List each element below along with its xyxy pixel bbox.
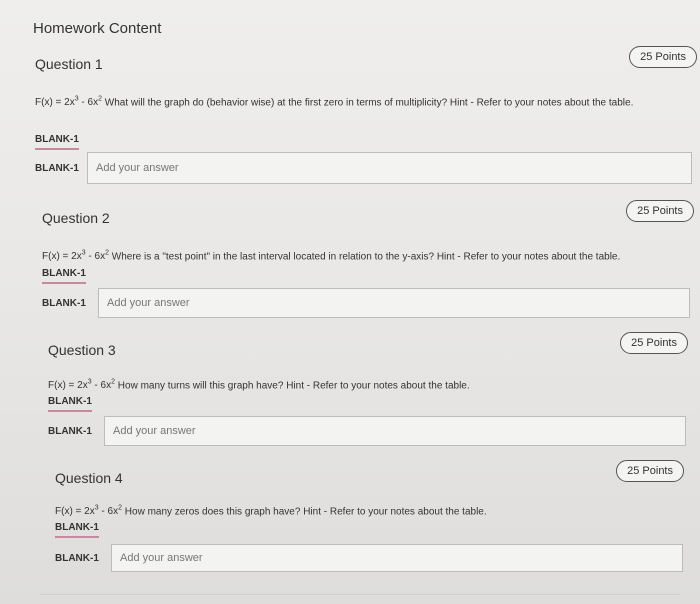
homework-page: Homework Content Question 1 25 Points F(… <box>0 0 700 604</box>
answer-label: BLANK-1 <box>42 297 86 309</box>
answer-row: BLANK-1 <box>42 288 690 318</box>
question-title: Question 1 <box>35 56 103 72</box>
answer-label: BLANK-1 <box>55 552 99 564</box>
equation: F(x) = 2x3 - 6x2 <box>35 96 102 109</box>
answer-row: BLANK-1 <box>48 416 686 446</box>
question-prompt: F(x) = 2x3 - 6x2 Where is a "test point"… <box>42 250 621 263</box>
question-prompt: F(x) = 2x3 - 6x2 How many turns will thi… <box>48 379 470 392</box>
answer-label: BLANK-1 <box>35 162 79 174</box>
question-title: Question 3 <box>48 342 116 358</box>
equation: F(x) = 2x3 - 6x2 <box>42 250 109 263</box>
points-badge: 25 Points <box>626 200 694 222</box>
blank-tag: BLANK-1 <box>48 396 92 412</box>
answer-row: BLANK-1 <box>55 544 683 572</box>
equation: F(x) = 2x3 - 6x2 <box>48 379 115 392</box>
answer-row: BLANK-1 <box>35 152 692 184</box>
equation: F(x) = 2x3 - 6x2 <box>55 505 122 518</box>
page-title: Homework Content <box>33 20 162 37</box>
answer-label: BLANK-1 <box>48 425 92 437</box>
blank-tag: BLANK-1 <box>42 268 86 284</box>
points-badge: 25 Points <box>620 332 688 354</box>
points-badge: 25 Points <box>616 460 684 482</box>
question-prompt: F(x) = 2x3 - 6x2 What will the graph do … <box>35 96 634 109</box>
question-title: Question 2 <box>42 210 110 226</box>
question-prompt: F(x) = 2x3 - 6x2 How many zeros does thi… <box>55 505 487 518</box>
answer-input[interactable] <box>111 544 683 572</box>
divider <box>40 594 680 595</box>
blank-tag: BLANK-1 <box>35 134 79 150</box>
question-title: Question 4 <box>55 470 123 486</box>
blank-tag: BLANK-1 <box>55 522 99 538</box>
answer-input[interactable] <box>104 416 686 446</box>
answer-input[interactable] <box>98 288 690 318</box>
answer-input[interactable] <box>87 152 692 184</box>
points-badge: 25 Points <box>629 46 697 68</box>
